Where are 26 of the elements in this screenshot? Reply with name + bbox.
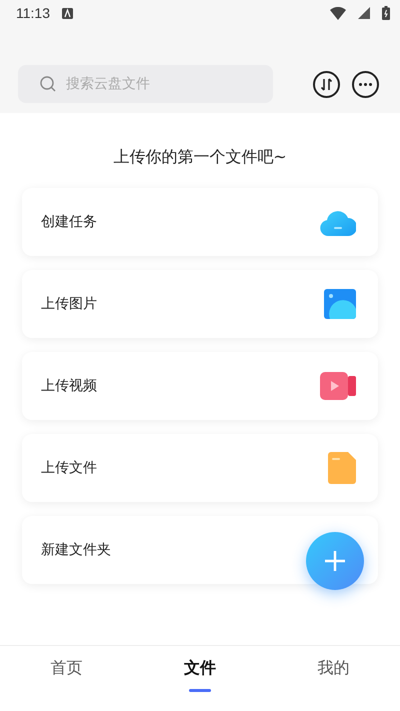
notification-icon (62, 8, 73, 18)
wifi-icon (330, 6, 346, 20)
bottom-tab[interactable]: 文件 (133, 646, 267, 711)
action-card[interactable]: 上传文件 (22, 434, 378, 502)
document-icon (328, 452, 356, 484)
more-icon (359, 82, 372, 86)
action-card[interactable]: 上传图片 (22, 270, 378, 338)
search-field[interactable]: 搜索云盘文件 (18, 65, 273, 103)
bottom-tab[interactable]: 首页 (0, 646, 134, 711)
cloud-icon (320, 208, 356, 236)
transfer-button[interactable] (313, 70, 340, 98)
action-card[interactable]: 新建文件夹 (22, 516, 378, 584)
video-camera-icon (320, 372, 356, 400)
signal-icon (358, 7, 370, 19)
tab-indicator (188, 689, 211, 692)
battery-icon (382, 6, 390, 20)
more-button[interactable] (352, 70, 379, 98)
empty-state-title: 上传你的第一个文件吧~ (113, 147, 287, 168)
search-icon (40, 76, 56, 92)
bottom-tab[interactable]: 我的 (266, 646, 400, 711)
plus-icon (325, 551, 345, 571)
action-card[interactable]: 创建任务 (22, 188, 378, 256)
status-time: 11:13 (16, 5, 50, 21)
action-card[interactable]: 上传视频 (22, 352, 378, 420)
transfer-arrows-icon (320, 78, 333, 90)
image-icon (324, 289, 356, 319)
